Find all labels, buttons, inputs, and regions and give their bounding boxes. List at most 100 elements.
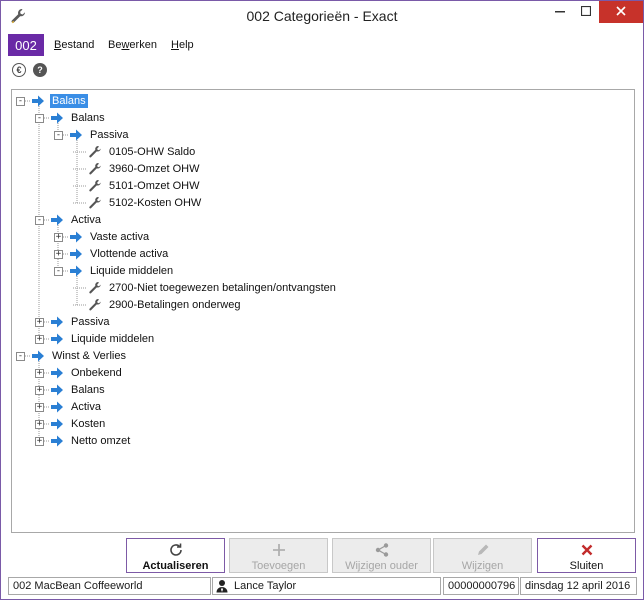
actualiseren-button-label: Actualiseren bbox=[142, 560, 209, 572]
expand-toggle[interactable]: + bbox=[35, 369, 44, 378]
expand-toggle[interactable]: + bbox=[54, 250, 63, 259]
user-icon bbox=[215, 579, 229, 593]
tree-node-label[interactable]: Onbekend bbox=[69, 366, 124, 380]
tree-node[interactable]: + Vlottende activa bbox=[12, 246, 632, 263]
tree-node[interactable]: - Passiva bbox=[12, 127, 632, 144]
tree-node[interactable]: + Liquide middelen bbox=[12, 331, 632, 348]
maximize-icon bbox=[580, 5, 592, 19]
tree-node[interactable]: 5102-Kosten OHW bbox=[12, 195, 632, 212]
status-bar: 002 MacBean Coffeeworld Lance Taylor 000… bbox=[1, 577, 643, 599]
tree-node-label[interactable]: Passiva bbox=[69, 315, 112, 329]
wijzigen-ouder-button[interactable]: Wijzigen ouder bbox=[332, 538, 431, 573]
tree-node[interactable]: - Activa bbox=[12, 212, 632, 229]
euro-icon[interactable]: € bbox=[12, 63, 26, 77]
tree-node-label[interactable]: 3960-Omzet OHW bbox=[107, 162, 201, 176]
status-user-name: Lance Taylor bbox=[234, 580, 297, 592]
tree-node[interactable]: 0105-OHW Saldo bbox=[12, 144, 632, 161]
arrow-icon bbox=[69, 128, 83, 142]
tree-node-label[interactable]: Liquide middelen bbox=[88, 264, 175, 278]
tree-node[interactable]: - Balans bbox=[12, 110, 632, 127]
wijzigen-button[interactable]: Wijzigen bbox=[433, 538, 532, 573]
status-date: dinsdag 12 april 2016 bbox=[520, 577, 637, 595]
tree-node[interactable]: 3960-Omzet OHW bbox=[12, 161, 632, 178]
wijzigen-ouder-button-label: Wijzigen ouder bbox=[345, 560, 418, 572]
expand-toggle[interactable]: + bbox=[35, 420, 44, 429]
expand-toggle[interactable]: + bbox=[35, 437, 44, 446]
toevoegen-button[interactable]: Toevoegen bbox=[229, 538, 328, 573]
tree-node-label[interactable]: Winst & Verlies bbox=[50, 349, 128, 363]
tree-node-label[interactable]: Balans bbox=[69, 383, 107, 397]
menu-bewerken[interactable]: Bewerken bbox=[108, 39, 157, 51]
collapse-toggle[interactable]: - bbox=[16, 97, 25, 106]
status-number: 00000000796 bbox=[443, 577, 519, 595]
tree-node[interactable]: 5101-Omzet OHW bbox=[12, 178, 632, 195]
tree-node[interactable]: + Kosten bbox=[12, 416, 632, 433]
tree-node-label[interactable]: Balans bbox=[69, 111, 107, 125]
tree-node-label[interactable]: Liquide middelen bbox=[69, 332, 156, 346]
collapse-toggle[interactable]: - bbox=[16, 352, 25, 361]
tree-node[interactable]: - Winst & Verlies bbox=[12, 348, 632, 365]
expand-toggle[interactable]: + bbox=[35, 403, 44, 412]
arrow-icon bbox=[31, 94, 45, 108]
tree-node-label[interactable]: Vlottende activa bbox=[88, 247, 170, 261]
help-icon[interactable]: ? bbox=[33, 63, 47, 77]
company-code-badge[interactable]: 002 bbox=[8, 34, 44, 56]
actualiseren-button[interactable]: Actualiseren bbox=[126, 538, 225, 573]
close-button[interactable] bbox=[599, 1, 643, 23]
collapse-toggle[interactable]: - bbox=[54, 267, 63, 276]
tree-node[interactable]: + Passiva bbox=[12, 314, 632, 331]
sluiten-button-label: Sluiten bbox=[569, 560, 604, 572]
tree-node-label[interactable]: Passiva bbox=[88, 128, 131, 142]
tree-node[interactable]: + Balans bbox=[12, 382, 632, 399]
collapse-toggle[interactable]: - bbox=[35, 114, 44, 123]
wrench-icon bbox=[88, 145, 102, 159]
tree-node-label[interactable]: 5102-Kosten OHW bbox=[107, 196, 203, 210]
menu-label-rest: elp bbox=[178, 39, 194, 51]
wrench-icon bbox=[88, 179, 102, 193]
arrow-icon bbox=[69, 264, 83, 278]
tree-node[interactable]: 2700-Niet toegewezen betalingen/ontvangs… bbox=[12, 280, 632, 297]
maximize-button[interactable] bbox=[573, 1, 599, 23]
action-button-bar: Actualiseren Toevoegen Wijzigen ouder Wijzi… bbox=[1, 536, 643, 576]
menu-bestand[interactable]: Bestand bbox=[54, 39, 94, 51]
menu-help[interactable]: Help bbox=[171, 39, 194, 51]
application-window: 002 Categorieën - Exact 002 Bestand Bewe… bbox=[0, 0, 644, 600]
status-company: 002 MacBean Coffeeworld bbox=[8, 577, 211, 595]
tree-node-label[interactable]: Activa bbox=[69, 400, 103, 414]
wrench-icon bbox=[88, 281, 102, 295]
collapse-toggle[interactable]: - bbox=[54, 131, 63, 140]
tree-node[interactable]: - Balans bbox=[12, 93, 632, 110]
tree-node-label[interactable]: Vaste activa bbox=[88, 230, 151, 244]
close-x-icon bbox=[579, 542, 595, 558]
category-tree[interactable]: - Balans - Balans - Passiva 0105-OHW Saldo 3960… bbox=[11, 89, 635, 533]
tree-node[interactable]: + Netto omzet bbox=[12, 433, 632, 450]
expand-toggle[interactable]: + bbox=[35, 386, 44, 395]
collapse-toggle[interactable]: - bbox=[35, 216, 44, 225]
tree-node-label[interactable]: 2700-Niet toegewezen betalingen/ontvangs… bbox=[107, 281, 338, 295]
sluiten-button[interactable]: Sluiten bbox=[537, 538, 636, 573]
tree-node-label[interactable]: Netto omzet bbox=[69, 434, 132, 448]
tree-node[interactable]: - Liquide middelen bbox=[12, 263, 632, 280]
tree-node-label[interactable]: 2900-Betalingen onderweg bbox=[107, 298, 243, 312]
tree-node-label[interactable]: 5101-Omzet OHW bbox=[107, 179, 201, 193]
expand-toggle[interactable]: + bbox=[35, 318, 44, 327]
tree-node[interactable]: 2900-Betalingen onderweg bbox=[12, 297, 632, 314]
tree-node[interactable]: + Activa bbox=[12, 399, 632, 416]
toevoegen-button-label: Toevoegen bbox=[251, 560, 306, 572]
minimize-button[interactable] bbox=[547, 1, 573, 23]
tree-node-label-selected[interactable]: Balans bbox=[50, 94, 88, 108]
tree-node-label[interactable]: 0105-OHW Saldo bbox=[107, 145, 197, 159]
arrow-icon bbox=[50, 400, 64, 414]
menu-label-rest: estand bbox=[61, 39, 95, 51]
expand-toggle[interactable]: + bbox=[54, 233, 63, 242]
refresh-icon bbox=[168, 542, 184, 558]
arrow-icon bbox=[50, 213, 64, 227]
tree-node[interactable]: + Onbekend bbox=[12, 365, 632, 382]
arrow-icon bbox=[50, 111, 64, 125]
arrow-icon bbox=[50, 315, 64, 329]
tree-node-label[interactable]: Kosten bbox=[69, 417, 107, 431]
expand-toggle[interactable]: + bbox=[35, 335, 44, 344]
arrow-icon bbox=[50, 332, 64, 346]
tree-node[interactable]: + Vaste activa bbox=[12, 229, 632, 246]
tree-node-label[interactable]: Activa bbox=[69, 213, 103, 227]
